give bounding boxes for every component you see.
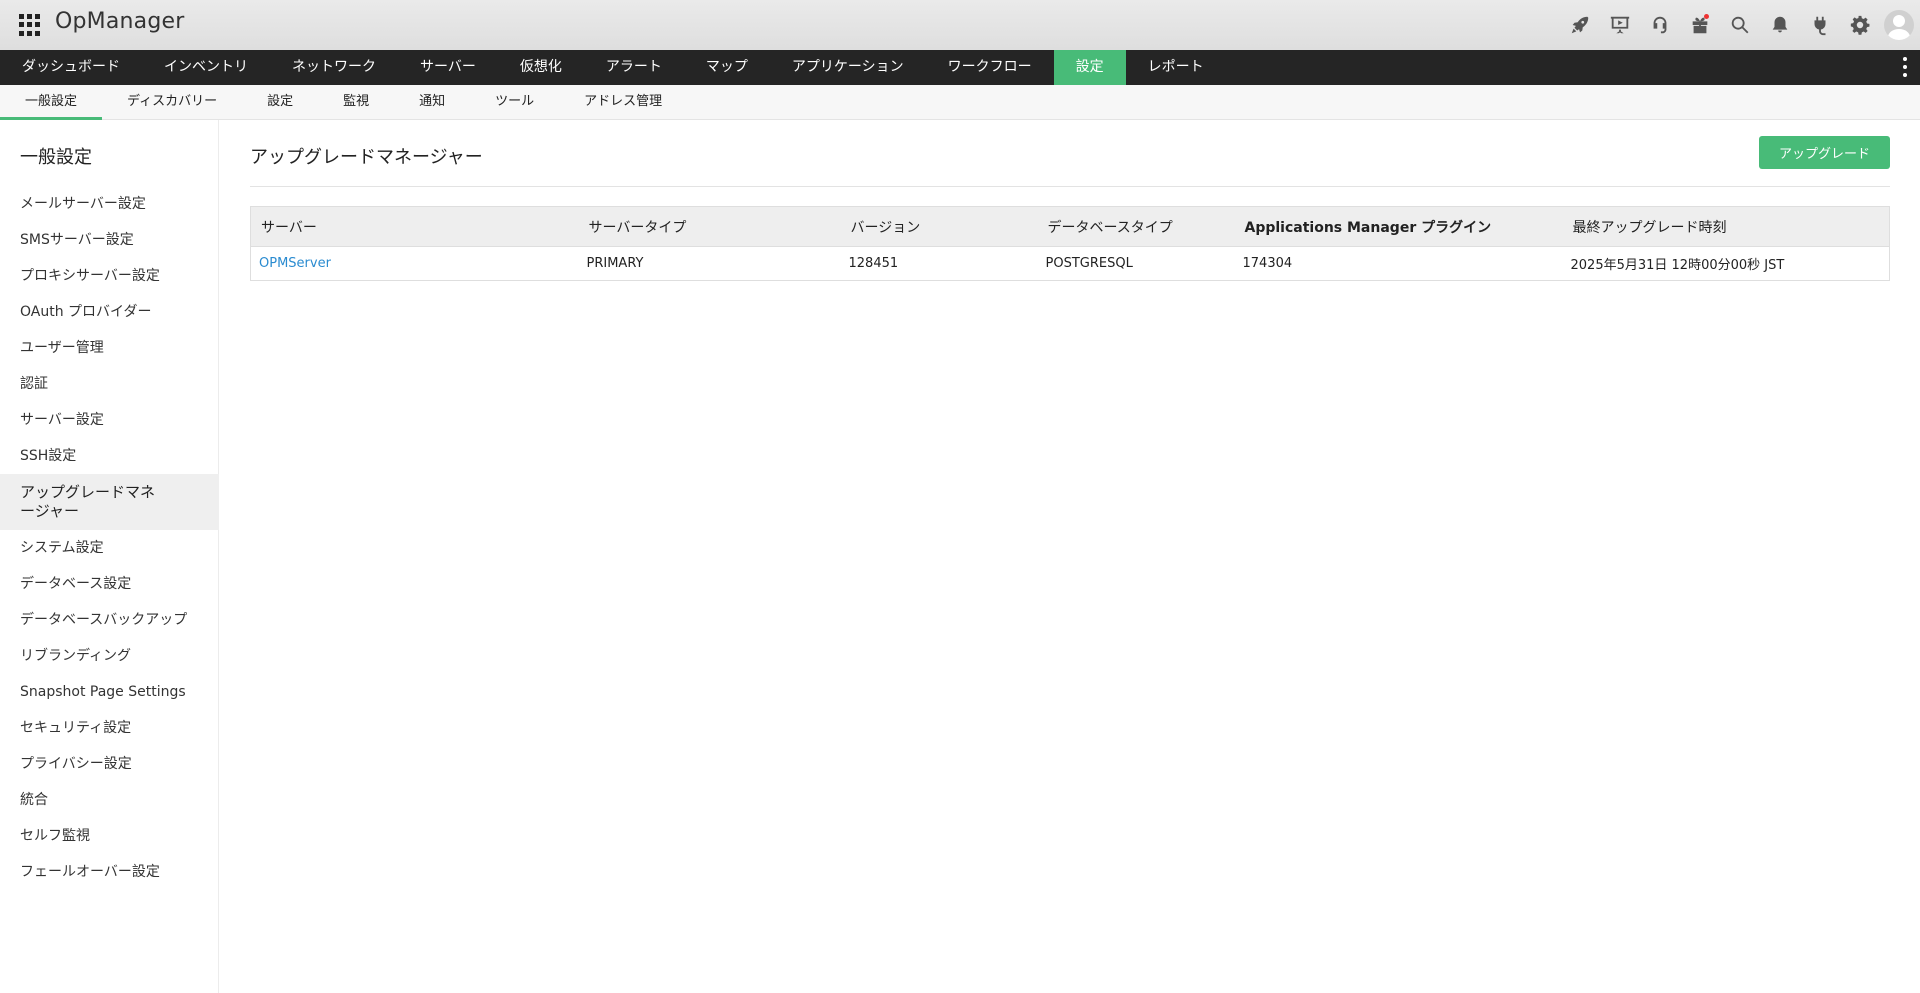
sidebar-item-privacy-settings[interactable]: プライバシー設定 xyxy=(0,746,219,782)
sidebar-item-mail-server[interactable]: メールサーバー設定 xyxy=(0,186,219,222)
subnav-item-tools[interactable]: ツール xyxy=(470,85,559,120)
nav-item-virtualization[interactable]: 仮想化 xyxy=(498,50,584,85)
subnav-item-monitoring[interactable]: 監視 xyxy=(318,85,394,120)
bell-icon[interactable] xyxy=(1760,10,1800,40)
column-header-version[interactable]: バージョン xyxy=(840,206,1038,247)
sidebar-item-sms-server[interactable]: SMSサーバー設定 xyxy=(0,222,219,258)
cell-server: OPMServer xyxy=(251,247,579,281)
sidebar-item-snapshot-page-settings[interactable]: Snapshot Page Settings xyxy=(0,674,219,710)
nav-item-dashboard[interactable]: ダッシュボード xyxy=(0,50,142,85)
main-nav: ダッシュボード インベントリ ネットワーク サーバー 仮想化 アラート マップ … xyxy=(0,50,1920,85)
sidebar-item-security-settings[interactable]: セキュリティ設定 xyxy=(0,710,219,746)
search-icon[interactable] xyxy=(1720,10,1760,40)
apps-grid-icon[interactable] xyxy=(19,14,41,36)
column-header-database-type[interactable]: データベースタイプ xyxy=(1037,206,1235,247)
cell-database-type: POSTGRESQL xyxy=(1045,256,1133,271)
notification-dot xyxy=(1704,14,1709,19)
user-avatar-icon[interactable] xyxy=(1884,10,1914,40)
cell-version: 128451 xyxy=(848,256,899,271)
column-header-server[interactable]: サーバー xyxy=(250,206,579,247)
sidebar-item-oauth-provider[interactable]: OAuth プロバイダー xyxy=(0,294,219,330)
plug-icon[interactable] xyxy=(1800,10,1840,40)
column-header-apm-plugin[interactable]: Applications Manager プラグイン xyxy=(1234,206,1563,247)
cell-apm-plugin: 174304 xyxy=(1242,256,1293,271)
table-header-row: サーバー サーバータイプ バージョン データベースタイプ Application… xyxy=(250,206,1890,247)
sidebar: 一般設定 メールサーバー設定 SMSサーバー設定 プロキシサーバー設定 OAut… xyxy=(0,120,219,993)
sidebar-item-integration[interactable]: 統合 xyxy=(0,782,219,818)
cell-last-upgrade-time: 2025年5月31日 12時00分00秒 JST xyxy=(1570,258,1785,273)
sidebar-item-failover-settings[interactable]: フェールオーバー設定 xyxy=(0,854,219,890)
sidebar-item-database-backup[interactable]: データベースバックアップ xyxy=(0,602,219,638)
sidebar-item-system-settings[interactable]: システム設定 xyxy=(0,530,219,566)
more-options-icon[interactable] xyxy=(1902,57,1908,77)
column-header-last-upgrade-time[interactable]: 最終アップグレード時刻 xyxy=(1562,206,1890,247)
subnav-item-discovery[interactable]: ディスカバリー xyxy=(102,85,242,120)
nav-item-applications[interactable]: アプリケーション xyxy=(770,50,926,85)
top-header: OpManager xyxy=(0,0,1920,50)
subnav-item-notifications[interactable]: 通知 xyxy=(394,85,470,120)
headset-icon[interactable] xyxy=(1640,10,1680,40)
sidebar-list: メールサーバー設定 SMSサーバー設定 プロキシサーバー設定 OAuth プロバ… xyxy=(0,186,219,890)
sidebar-item-self-monitoring[interactable]: セルフ監視 xyxy=(0,818,219,854)
subnav-item-address-management[interactable]: アドレス管理 xyxy=(559,85,687,120)
sidebar-item-proxy-server[interactable]: プロキシサーバー設定 xyxy=(0,258,219,294)
title-divider xyxy=(250,186,1890,187)
sidebar-item-database-settings[interactable]: データベース設定 xyxy=(0,566,219,602)
nav-item-workflow[interactable]: ワークフロー xyxy=(926,50,1054,85)
nav-item-servers[interactable]: サーバー xyxy=(398,50,498,85)
nav-item-reports[interactable]: レポート xyxy=(1126,50,1226,85)
presentation-icon[interactable] xyxy=(1600,10,1640,40)
sub-nav: 一般設定 ディスカバリー 設定 監視 通知 ツール アドレス管理 xyxy=(0,85,1920,120)
column-header-server-type[interactable]: サーバータイプ xyxy=(578,206,841,247)
sidebar-item-server-settings[interactable]: サーバー設定 xyxy=(0,402,219,438)
subnav-item-general[interactable]: 一般設定 xyxy=(0,85,103,120)
sidebar-title: 一般設定 xyxy=(20,147,92,168)
nav-item-alarms[interactable]: アラート xyxy=(584,50,684,85)
subnav-item-configuration[interactable]: 設定 xyxy=(242,85,318,120)
server-link[interactable]: OPMServer xyxy=(259,256,331,271)
nav-item-maps[interactable]: マップ xyxy=(684,50,770,85)
upgrade-table: サーバー サーバータイプ バージョン データベースタイプ Application… xyxy=(250,206,1890,281)
sidebar-item-authentication[interactable]: 認証 xyxy=(0,366,219,402)
sidebar-item-user-management[interactable]: ユーザー管理 xyxy=(0,330,219,366)
sidebar-item-ssh-settings[interactable]: SSH設定 xyxy=(0,438,219,474)
cell-server-type: PRIMARY xyxy=(586,256,644,271)
gear-icon[interactable] xyxy=(1840,10,1880,40)
page-title: アップグレードマネージャー xyxy=(250,147,483,168)
header-icon-bar xyxy=(1560,10,1914,40)
app-title: OpManager xyxy=(55,9,185,34)
nav-item-inventory[interactable]: インベントリ xyxy=(142,50,270,85)
rocket-icon[interactable] xyxy=(1560,10,1600,40)
gift-icon[interactable] xyxy=(1680,10,1720,40)
nav-item-settings[interactable]: 設定 xyxy=(1053,50,1126,85)
upgrade-button[interactable]: アップグレード xyxy=(1759,136,1890,169)
table-row: OPMServer PRIMARY 128451 POSTGRESQL 1743… xyxy=(251,247,1890,281)
sidebar-item-upgrade-manager[interactable]: アップグレードマネージャー xyxy=(0,474,219,530)
nav-item-network[interactable]: ネットワーク xyxy=(270,50,398,85)
sidebar-item-rebranding[interactable]: リブランディング xyxy=(0,638,219,674)
